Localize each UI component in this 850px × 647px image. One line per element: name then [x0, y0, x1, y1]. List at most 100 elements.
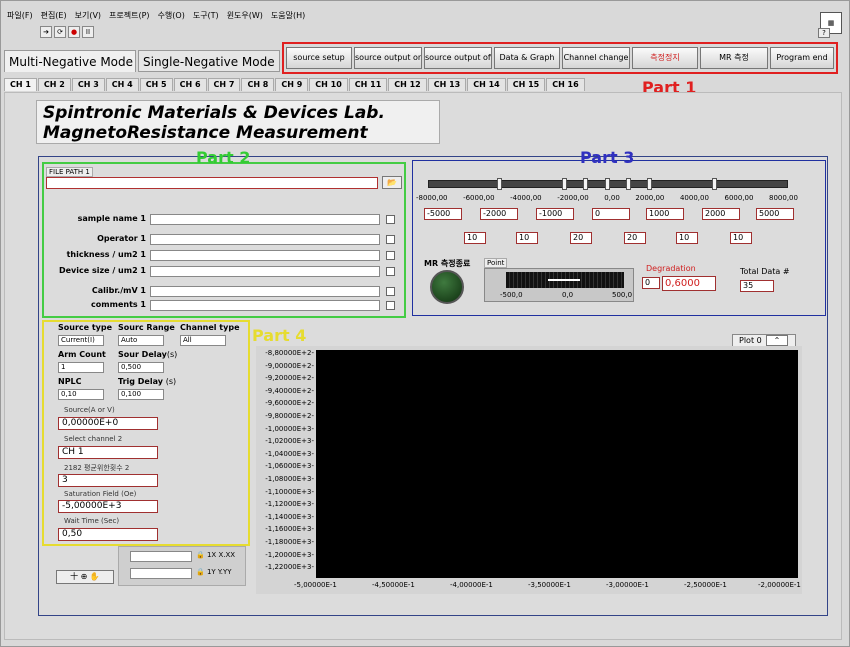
tab-ch11[interactable]: CH 11 — [348, 78, 388, 91]
graph-palette[interactable]: 十 ⊕ ✋ — [56, 570, 114, 584]
tab-ch1[interactable]: CH 1 — [4, 78, 37, 91]
plot-line-style-icon[interactable]: ⌃ — [766, 335, 788, 346]
slider-thumb[interactable] — [497, 178, 502, 190]
tab-ch13[interactable]: CH 13 — [427, 78, 467, 91]
field-point-4-input[interactable]: 0 — [592, 208, 630, 220]
source-value-input[interactable]: 0,00000E+0 — [58, 417, 158, 430]
nplc-input[interactable]: 0,10 — [58, 389, 104, 400]
abort-icon[interactable]: ● — [68, 26, 80, 38]
tab-ch3[interactable]: CH 3 — [71, 78, 105, 91]
channel-type-select[interactable]: All — [180, 335, 226, 346]
tab-ch6[interactable]: CH 6 — [173, 78, 207, 91]
mr-measure-button[interactable]: MR 측정 — [700, 47, 768, 69]
trig-delay-input[interactable]: 0,100 — [118, 389, 164, 400]
field-point-5-input[interactable]: 1000 — [646, 208, 684, 220]
menu-help[interactable]: 도움말(H) — [270, 10, 306, 24]
y-readout-controls[interactable]: 🔒 1Y Y.YY — [196, 568, 232, 576]
file-path-label: FILE PATH 1 — [46, 167, 93, 177]
pause-icon[interactable]: II — [82, 26, 94, 38]
program-end-button[interactable]: Program end — [770, 47, 834, 69]
sample-name-checkbox[interactable] — [386, 215, 395, 224]
select-channel-input[interactable]: CH 1 — [58, 446, 158, 459]
tab-ch2[interactable]: CH 2 — [37, 78, 71, 91]
device-size-input[interactable] — [150, 266, 380, 277]
data-graph-button[interactable]: Data & Graph — [494, 47, 560, 69]
y-tick: -9,60000E+2- — [265, 399, 314, 408]
mr-graph-plot-area[interactable] — [316, 350, 798, 578]
comments-input[interactable] — [150, 300, 380, 311]
sample-name-input[interactable] — [150, 214, 380, 225]
menu-project[interactable]: 프로젝트(P) — [108, 10, 151, 24]
tab-ch8[interactable]: CH 8 — [241, 78, 275, 91]
menu-edit[interactable]: 편집(E) — [40, 10, 68, 24]
source-output-on-button[interactable]: source output on — [354, 47, 422, 69]
tab-ch7[interactable]: CH 7 — [207, 78, 241, 91]
run-continuous-icon[interactable]: ⟳ — [54, 26, 66, 38]
field-point-7-input[interactable]: 5000 — [756, 208, 794, 220]
y-readout-input[interactable] — [130, 568, 192, 579]
wait-time-input[interactable]: 0,50 — [58, 528, 158, 541]
help-icon[interactable]: ? — [818, 28, 830, 38]
tab-multi-negative-mode[interactable]: Multi-Negative Mode — [4, 50, 136, 72]
thickness-input[interactable] — [150, 250, 380, 261]
field-point-6-input[interactable]: 2000 — [702, 208, 740, 220]
field-point-3-input[interactable]: -1000 — [536, 208, 574, 220]
tab-ch15[interactable]: CH 15 — [506, 78, 546, 91]
slider-scale: -8000,00 -6000,00 -4000,00 -2000,00 0,00… — [416, 194, 798, 202]
step-4-input[interactable]: 20 — [624, 232, 646, 244]
tab-ch14[interactable]: CH 14 — [467, 78, 506, 91]
field-point-1-input[interactable]: -5000 — [424, 208, 462, 220]
tab-ch12[interactable]: CH 12 — [388, 78, 427, 91]
file-path-input[interactable] — [46, 177, 378, 189]
menu-operate[interactable]: 수행(O) — [157, 10, 186, 24]
operator-input[interactable] — [150, 234, 380, 245]
menu-tools[interactable]: 도구(T) — [192, 10, 220, 24]
menu-view[interactable]: 보기(V) — [74, 10, 102, 24]
tab-ch5[interactable]: CH 5 — [139, 78, 173, 91]
degradation-spin[interactable]: 0 — [642, 277, 660, 289]
tab-ch9[interactable]: CH 9 — [275, 78, 309, 91]
operator-checkbox[interactable] — [386, 235, 395, 244]
menu-file[interactable]: 파일(F) — [6, 10, 34, 24]
slider-thumb[interactable] — [626, 178, 631, 190]
step-1-input[interactable]: 10 — [464, 232, 486, 244]
run-icon[interactable]: ➔ — [40, 26, 52, 38]
slider-thumb[interactable] — [583, 178, 588, 190]
saturation-field-input[interactable]: -5,00000E+3 — [58, 500, 158, 513]
sourc-range-select[interactable]: Auto — [118, 335, 164, 346]
tab-single-negative-mode[interactable]: Single-Negative Mode — [138, 50, 280, 72]
lock-icon: 🔒 — [196, 568, 205, 576]
tab-ch16[interactable]: CH 16 — [546, 78, 585, 91]
stop-measure-button[interactable]: 측정정지 — [632, 47, 698, 69]
x-readout-controls[interactable]: 🔒 1X X.XX — [196, 551, 235, 559]
thickness-checkbox[interactable] — [386, 251, 395, 260]
y-tick: -8,80000E+2- — [265, 349, 314, 357]
sour-delay-input[interactable]: 0,500 — [118, 362, 164, 373]
average-count-input[interactable]: 3 — [58, 474, 158, 487]
device-size-checkbox[interactable] — [386, 267, 395, 276]
slider-thumb[interactable] — [647, 178, 652, 190]
source-setup-button[interactable]: source setup — [286, 47, 352, 69]
arm-count-input[interactable]: 1 — [58, 362, 104, 373]
step-3-input[interactable]: 20 — [570, 232, 592, 244]
slider-thumb[interactable] — [605, 178, 610, 190]
step-5-input[interactable]: 10 — [676, 232, 698, 244]
field-point-2-input[interactable]: -2000 — [480, 208, 518, 220]
step-2-input[interactable]: 10 — [516, 232, 538, 244]
channel-change-button[interactable]: Channel change — [562, 47, 630, 69]
source-output-off-button[interactable]: source output off — [424, 47, 492, 69]
x-readout-input[interactable] — [130, 551, 192, 562]
source-type-select[interactable]: Current(I) — [58, 335, 104, 346]
step-6-input[interactable]: 10 — [730, 232, 752, 244]
y-tick: -1,12000E+3- — [265, 500, 314, 509]
tab-ch4[interactable]: CH 4 — [105, 78, 139, 91]
menu-window[interactable]: 윈도우(W) — [226, 10, 264, 24]
calibration-input[interactable] — [150, 286, 380, 297]
slider-thumb[interactable] — [562, 178, 567, 190]
folder-browse-icon[interactable]: 📂 — [382, 176, 402, 189]
slider-thumb[interactable] — [712, 178, 717, 190]
tab-ch10[interactable]: CH 10 — [309, 78, 348, 91]
calibration-checkbox[interactable] — [386, 287, 395, 296]
comments-checkbox[interactable] — [386, 301, 395, 310]
slider-tick: -8000,00 — [416, 194, 448, 202]
